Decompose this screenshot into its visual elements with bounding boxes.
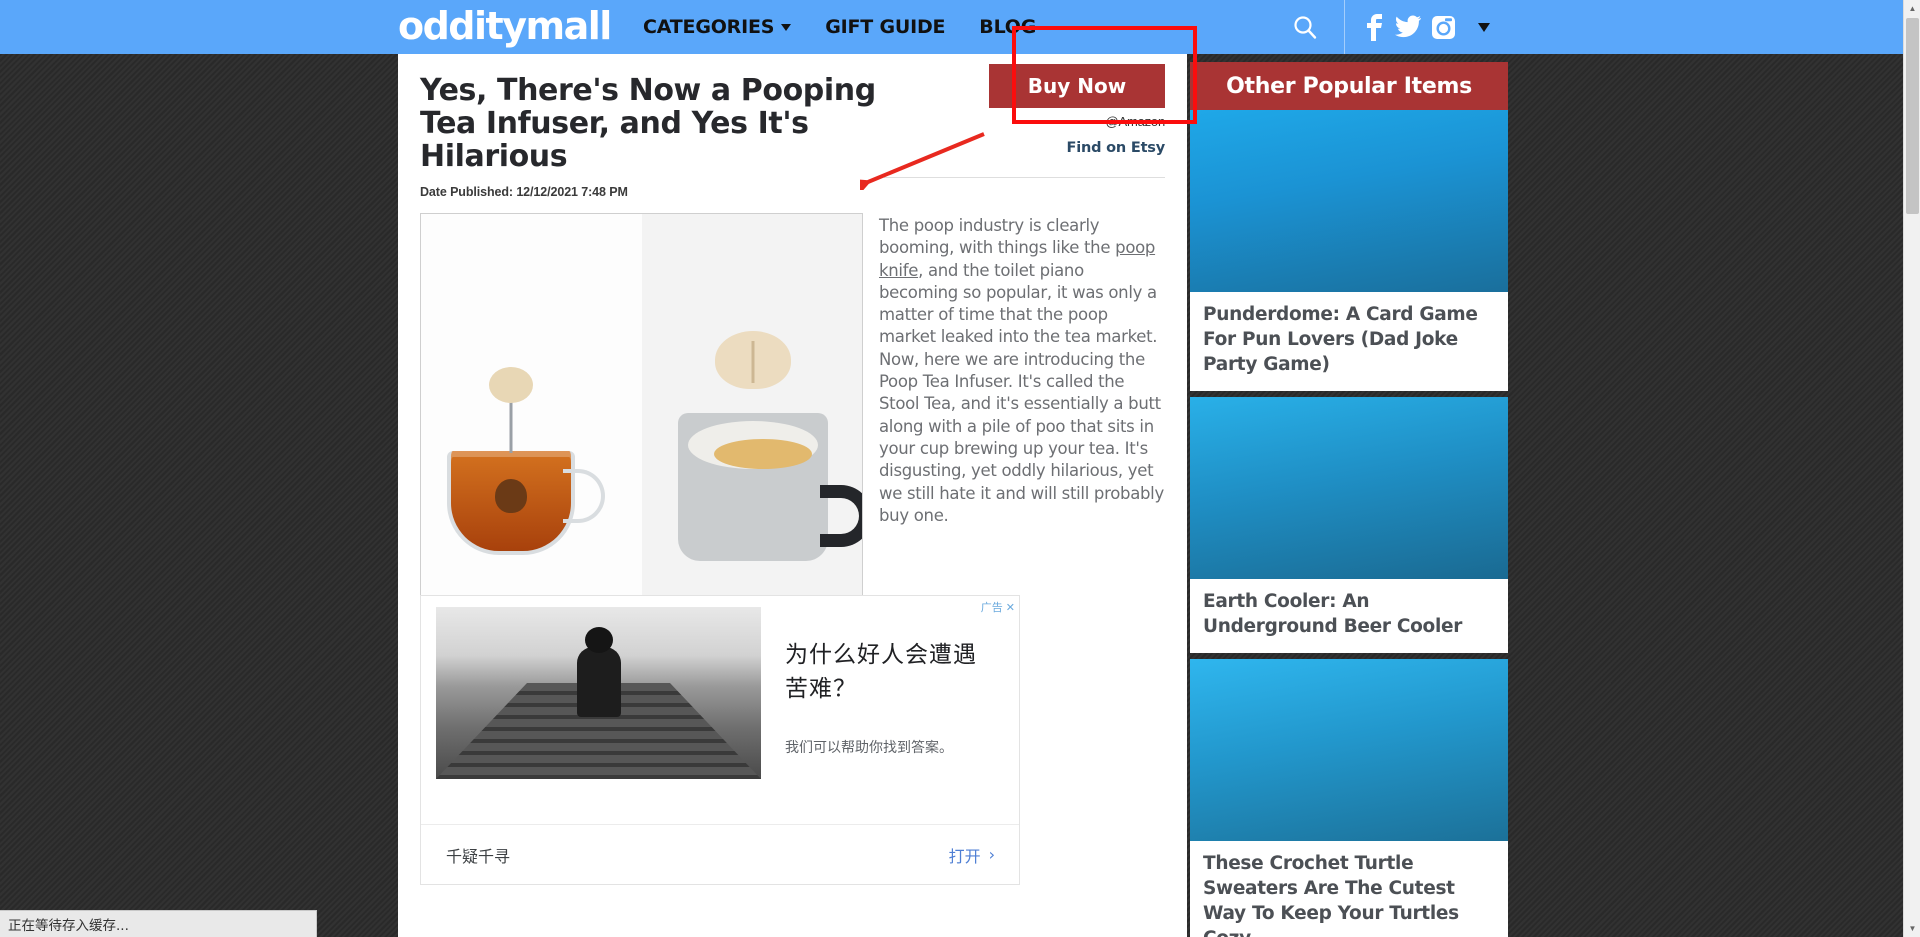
nav-label-blog: BLOG <box>979 16 1037 38</box>
sidebar-item-thumbnail <box>1190 397 1508 579</box>
triangle-down-icon[interactable]: ▼ <box>1904 920 1920 937</box>
sidebar-item-punderdome[interactable]: Punderdome: A Card Game For Pun Lovers (… <box>1190 110 1508 391</box>
ad-image-person <box>576 627 621 717</box>
chevron-right-icon: › <box>988 845 995 864</box>
ad-text-block: 为什么好人会遭遇苦难？ 我们可以帮助你找到答案。 <box>761 607 1019 814</box>
glass-handle <box>563 469 605 523</box>
sidebar-item-label: Earth Cooler: An Underground Beer Cooler <box>1203 591 1463 637</box>
ad-label-text: 广告 <box>980 602 1003 614</box>
buy-now-button[interactable]: Buy Now <box>989 64 1165 108</box>
body-text-part2: , and the toilet piano becoming so popul… <box>879 260 1164 525</box>
browser-status-bar: 正在等待存入缓存... <box>0 910 317 937</box>
chevron-down-icon <box>781 23 792 31</box>
infuser-butt-top <box>489 367 533 403</box>
header-actions <box>1278 0 1490 54</box>
mug-rim <box>687 421 818 469</box>
ad-open-label: 打开 <box>948 846 981 866</box>
sidebar-item-label: Punderdome: A Card Game For Pun Lovers (… <box>1203 304 1478 375</box>
header-divider <box>1344 0 1345 54</box>
nav-label-categories: CATEGORIES <box>643 16 775 38</box>
ad-open-button[interactable]: 打开 › <box>949 843 995 867</box>
page-content: Yes, There's Now a Pooping Tea Infuser, … <box>0 54 1920 937</box>
site-header: odditymall CATEGORIES GIFT GUIDE BLOG <box>0 0 1920 54</box>
mug-illustration <box>677 331 862 561</box>
page-scrollbar[interactable]: ▲ ▼ <box>1903 0 1920 937</box>
poo-infuser-blob <box>495 479 527 513</box>
article-column: Yes, There's Now a Pooping Tea Infuser, … <box>398 54 1187 937</box>
glass-teacup-illustration <box>447 367 605 555</box>
section-divider <box>884 177 1165 178</box>
butt-infuser-illustration <box>714 331 791 389</box>
article-body-text: The poop industry is clearly booming, wi… <box>879 213 1165 640</box>
ad-subheadline: 我们可以帮助你找到答案。 <box>785 740 953 756</box>
infuser-string <box>509 397 513 453</box>
main-navigation: CATEGORIES GIFT GUIDE BLOG <box>643 0 1036 54</box>
nav-label-gift-guide: GIFT GUIDE <box>825 16 946 38</box>
search-icon <box>1294 16 1317 39</box>
site-logo[interactable]: odditymall <box>398 4 612 48</box>
find-on-etsy-link[interactable]: Find on Etsy <box>989 140 1166 156</box>
buy-block: Buy Now @Amazon Find on Etsy <box>989 64 1165 156</box>
close-icon[interactable]: ✕ <box>1006 601 1015 614</box>
page-title: Yes, There's Now a Pooping Tea Infuser, … <box>420 73 876 174</box>
ad-headline: 为什么好人会遭遇苦难？ <box>785 642 977 702</box>
mug-handle <box>819 485 862 547</box>
social-more-chevron-icon[interactable] <box>1478 22 1490 32</box>
product-figure <box>420 213 863 640</box>
sidebar-item-label: These Crochet Turtle Sweaters Are The Cu… <box>1203 853 1459 937</box>
mug-tea-surface <box>713 439 812 469</box>
ad-image <box>436 607 761 779</box>
sidebar-title: Other Popular Items <box>1190 62 1508 110</box>
search-button[interactable] <box>1278 0 1332 54</box>
ad-body: 为什么好人会遭遇苦难？ 我们可以帮助你找到答案。 <box>421 596 1019 814</box>
date-published: Date Published: 12/12/2021 7:48 PM <box>420 185 628 199</box>
popular-items-sidebar: Other Popular Items Punderdome: A Card G… <box>1190 62 1508 937</box>
sidebar-item-turtle-sweaters[interactable]: These Crochet Turtle Sweaters Are The Cu… <box>1190 659 1508 937</box>
product-image-right-pane <box>641 214 862 607</box>
article-body-row: The poop industry is clearly booming, wi… <box>420 213 1165 640</box>
butt-crack-detail <box>751 341 754 383</box>
ad-label-group: 广告 ✕ <box>981 599 1015 615</box>
instagram-icon[interactable] <box>1431 15 1456 40</box>
product-image[interactable] <box>420 213 863 608</box>
twitter-icon[interactable] <box>1395 15 1421 39</box>
sidebar-item-thumbnail <box>1190 659 1508 841</box>
advertisement-banner[interactable]: 广告 ✕ 为什么好人会遭遇苦难？ 我们可以帮助你找到答案。 千疑千寻 打开 › <box>420 595 1020 885</box>
ad-image-person-head <box>584 627 613 653</box>
ad-brand-name: 千疑千寻 <box>446 846 511 866</box>
scrollbar-thumb[interactable] <box>1906 18 1919 214</box>
nav-item-blog[interactable]: BLOG <box>979 16 1036 38</box>
sidebar-item-earth-cooler[interactable]: Earth Cooler: An Underground Beer Cooler <box>1190 397 1508 653</box>
amazon-vendor-tag: @Amazon <box>1105 114 1166 129</box>
product-image-left-pane <box>421 214 642 607</box>
article-inner: Yes, There's Now a Pooping Tea Infuser, … <box>398 54 1187 640</box>
ad-footer: 千疑千寻 打开 › <box>421 824 1019 884</box>
social-links <box>1363 13 1490 41</box>
facebook-icon[interactable] <box>1363 13 1385 41</box>
triangle-up-icon[interactable]: ▲ <box>1904 0 1920 17</box>
nav-item-gift-guide[interactable]: GIFT GUIDE <box>825 16 945 38</box>
body-text-part1: The poop industry is clearly booming, wi… <box>879 216 1116 258</box>
sidebar-item-thumbnail <box>1190 110 1508 292</box>
nav-item-categories[interactable]: CATEGORIES <box>643 16 792 38</box>
status-text: 正在等待存入缓存... <box>8 918 129 934</box>
